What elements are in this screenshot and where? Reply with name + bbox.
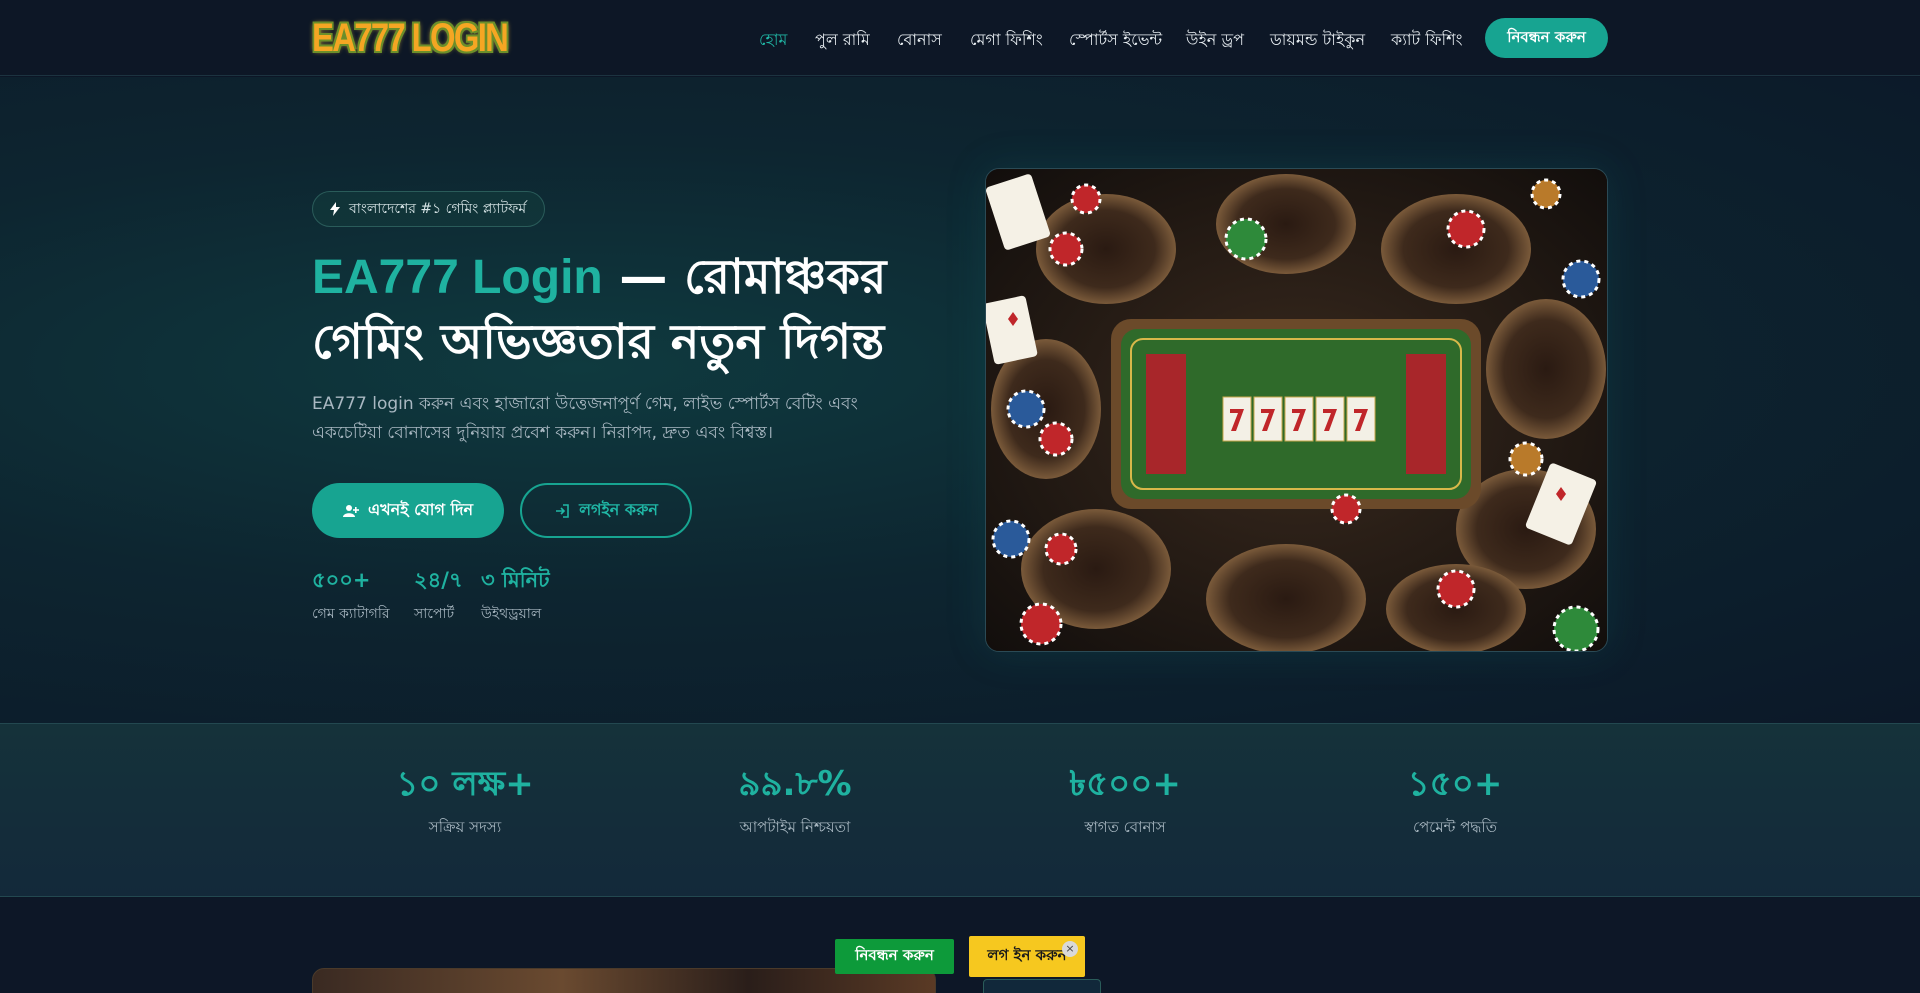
next-section bbox=[0, 898, 1920, 993]
mini-stat-value: ৩ মিনিট bbox=[481, 568, 550, 592]
site-header: EA777 LOGIN হোম পুল রামি বোনাস মেগা ফিশি… bbox=[0, 0, 1920, 76]
join-now-label: এখনই যোগ দিন bbox=[367, 500, 474, 519]
hero-login-label: লগইন করুন bbox=[579, 500, 658, 519]
close-icon[interactable]: × bbox=[1062, 941, 1078, 957]
floating-register-button[interactable]: নিবন্ধন করুন bbox=[835, 939, 954, 974]
stat-value: ৯৯.৮% bbox=[738, 764, 852, 804]
main-nav: হোম পুল রামি বোনাস মেগা ফিশিং স্পোর্টস ই… bbox=[0, 0, 1920, 76]
stat-welcome-bonus: ৳৫০০+ স্বাগত বোনাস bbox=[1025, 762, 1225, 841]
nav-item-mega-fishing[interactable]: মেগা ফিশিং bbox=[970, 27, 1043, 54]
nav-item-diamond-tycoon[interactable]: ডায়মন্ড টাইকুন bbox=[1270, 27, 1365, 54]
stat-label: আপটাইম নিশ্চয়তা bbox=[739, 818, 851, 836]
mini-stat-games: ৫০০+ গেম ক্যাটাগরি bbox=[312, 566, 390, 626]
nav-item-pool-rummy[interactable]: পুল রামি bbox=[815, 27, 870, 54]
stat-members: ১০ লক্ষ+ সক্রিয় সদস্য bbox=[365, 762, 565, 841]
nav-item-home[interactable]: হোম bbox=[759, 27, 787, 54]
hero-login-button[interactable]: লগইন করুন bbox=[520, 483, 692, 538]
next-section-tag bbox=[983, 979, 1101, 993]
badge-label: বাংলাদেশের #১ গেমিং প্ল্যাটফর্ম bbox=[349, 201, 527, 217]
mini-stat-label: গেম ক্যাটাগরি bbox=[312, 606, 390, 622]
stat-uptime: ৯৯.৮% আপটাইম নিশ্চয়তা bbox=[695, 762, 895, 841]
stats-band: ১০ লক্ষ+ সক্রিয় সদস্য ৯৯.৮% আপটাইম নিশ্… bbox=[0, 723, 1920, 897]
hero-headline: EA777 Login — রোমাঞ্চকর গেমিং অভিজ্ঞতার … bbox=[312, 245, 932, 374]
mini-stat-support: ২৪/৭ সাপোর্ট bbox=[414, 566, 463, 626]
nav-item-sports-events[interactable]: স্পোর্টস ইভেন্ট bbox=[1069, 27, 1162, 54]
nav-item-cat-fishing[interactable]: ক্যাট ফিশিং bbox=[1391, 27, 1462, 54]
mini-stat-label: সাপোর্ট bbox=[414, 606, 455, 622]
stat-payment-methods: ১৫০+ পেমেন্ট পদ্ধতি bbox=[1355, 762, 1555, 841]
mini-stat-label: উইথড্রয়াল bbox=[481, 606, 542, 622]
stat-value: ১০ লক্ষ+ bbox=[396, 764, 534, 804]
mini-stat-value: ৫০০+ bbox=[312, 568, 371, 592]
stat-label: সক্রিয় সদস্য bbox=[428, 818, 502, 836]
stat-label: স্বাগত বোনাস bbox=[1084, 818, 1166, 836]
headline-part-1: — রোমাঞ্চকর bbox=[602, 249, 887, 305]
join-now-button[interactable]: এখনই যোগ দিন bbox=[312, 483, 504, 538]
casino-table-image bbox=[985, 168, 1608, 652]
mini-stat-value: ২৪/৭ bbox=[414, 568, 463, 592]
sign-in-icon bbox=[556, 503, 569, 518]
stat-value: ১৫০+ bbox=[1407, 764, 1503, 804]
nav-item-win-drop[interactable]: উইন ড্রপ bbox=[1186, 27, 1244, 54]
lightning-icon bbox=[330, 202, 340, 216]
stat-label: পেমেন্ট পদ্ধতি bbox=[1413, 818, 1497, 836]
mini-stat-withdrawal: ৩ মিনিট উইথড্রয়াল bbox=[481, 566, 550, 626]
hero-description: EA777 login করুন এবং হাজারো উত্তেজনাপূর্… bbox=[312, 394, 858, 443]
hero-section bbox=[0, 77, 1920, 723]
user-plus-icon bbox=[342, 504, 359, 517]
nav-item-bonus[interactable]: বোনাস bbox=[897, 27, 942, 54]
casino-illustration bbox=[986, 169, 1607, 651]
header-register-button[interactable]: নিবন্ধন করুন bbox=[1485, 18, 1608, 58]
stat-value: ৳৫০০+ bbox=[1069, 764, 1181, 804]
headline-accent: EA777 Login bbox=[312, 251, 603, 304]
headline-part-2: গেমিং অভিজ্ঞতার নতুন দিগন্ত bbox=[312, 314, 885, 370]
platform-badge: বাংলাদেশের #১ গেমিং প্ল্যাটফর্ম bbox=[312, 191, 545, 227]
